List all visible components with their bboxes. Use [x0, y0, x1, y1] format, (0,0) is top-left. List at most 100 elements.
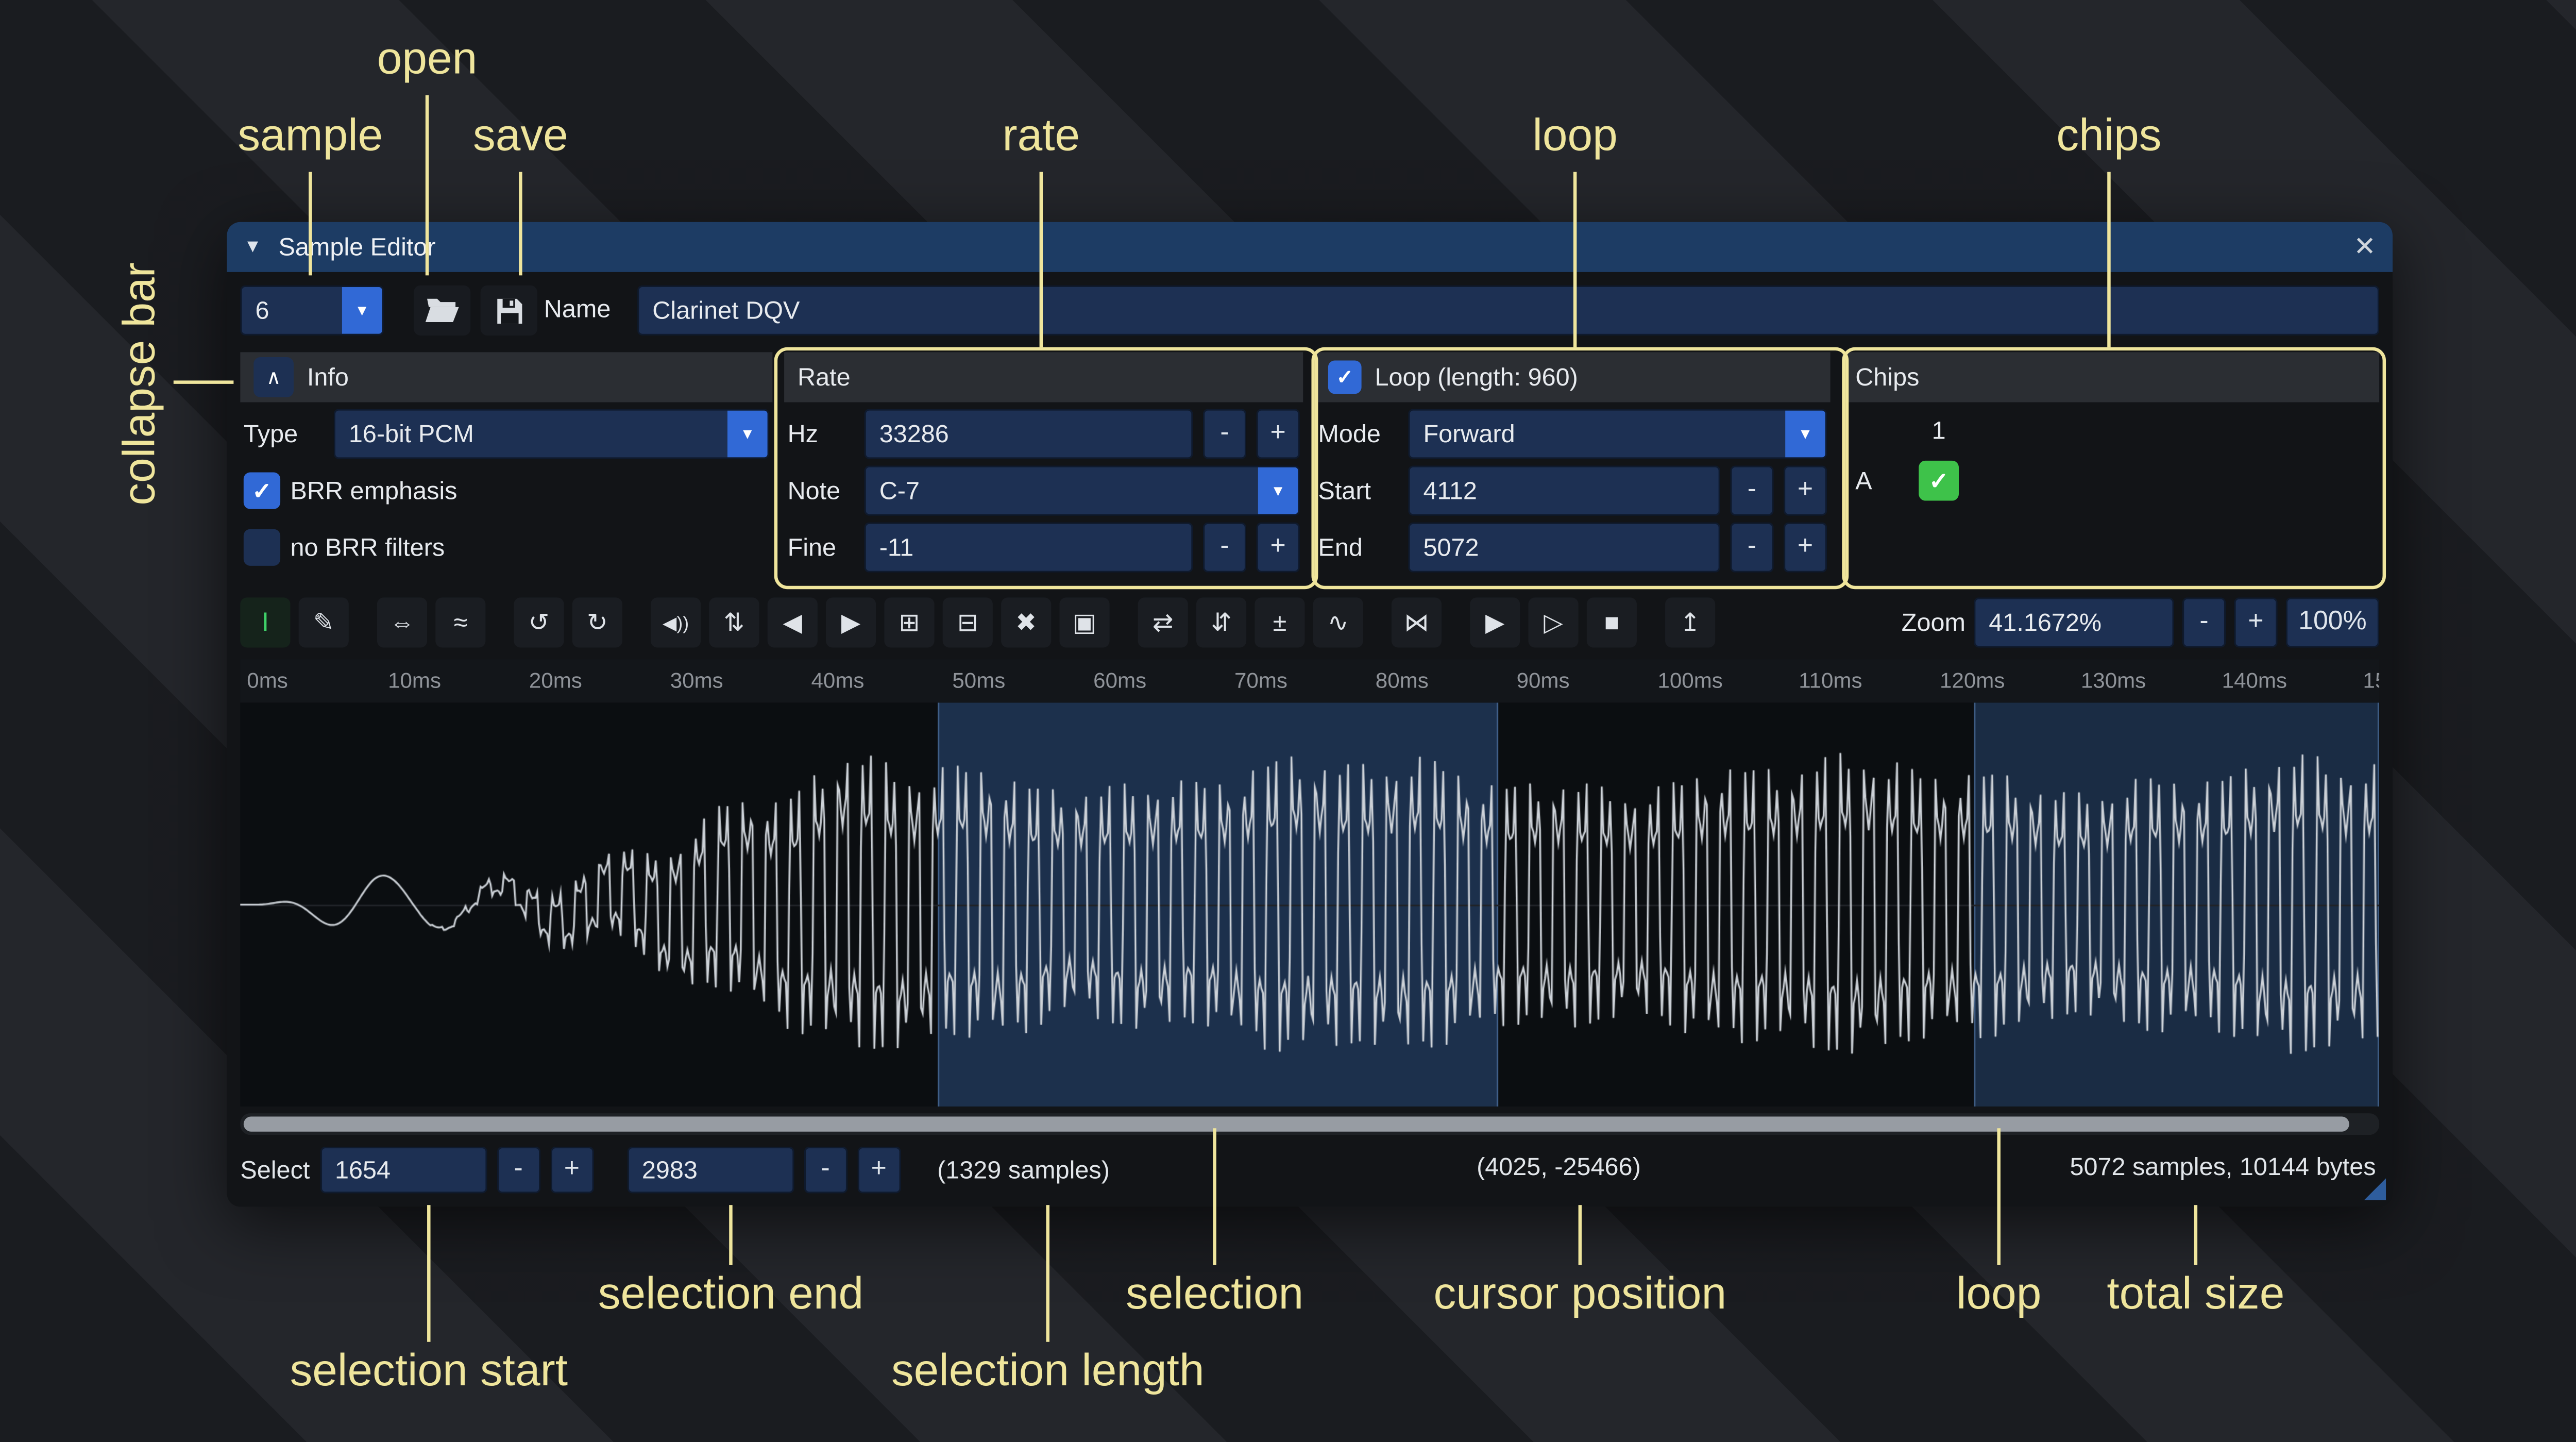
create-wavetable-button[interactable]: ↥	[1665, 597, 1715, 647]
crossfade-button[interactable]: ⋈	[1392, 597, 1442, 647]
fade-out-button[interactable]: ▶	[826, 597, 876, 647]
reverse-button[interactable]: ⇄	[1138, 597, 1188, 647]
delete-button[interactable]: ✖	[1001, 597, 1051, 647]
selection-end-decrease-button[interactable]: -	[804, 1147, 847, 1194]
file-row: 6 ▼ Name Clarinet DQV	[240, 286, 2379, 336]
sign-button[interactable]: ±	[1255, 597, 1304, 647]
filter-button[interactable]: ∿	[1313, 597, 1363, 647]
annotation-line-chips	[2107, 172, 2110, 347]
ruler-label: 30ms	[670, 667, 723, 693]
ruler-label: 110ms	[1799, 667, 1862, 693]
delete-icon: ✖	[1015, 608, 1037, 638]
fade-in-button[interactable]: ◀	[768, 597, 818, 647]
zoom-reset-button[interactable]: 100%	[2286, 597, 2379, 647]
window-collapse-button[interactable]: ▼	[244, 237, 262, 257]
total-size-text: 5072 samples, 10144 bytes	[2070, 1153, 2376, 1182]
selection-end-increase-button[interactable]: +	[857, 1147, 901, 1194]
edit-select-icon: Ⅰ	[262, 608, 269, 638]
zoom-in-button[interactable]: +	[2234, 597, 2277, 647]
select-label: Select	[240, 1156, 310, 1184]
annotation-collapse-bar-label: collapse bar	[114, 262, 166, 506]
ruler-label: 150ms	[2363, 667, 2380, 693]
scrollbar-handle[interactable]	[244, 1117, 2349, 1132]
screenshot-stage: sample open save rate loop chips collaps…	[0, 0, 2576, 1442]
amplify-button[interactable]: ◀))	[651, 597, 701, 647]
invert-icon: ⇵	[1211, 608, 1232, 638]
trim-button[interactable]: ▣	[1059, 597, 1109, 647]
edit-draw-button[interactable]: ✎	[299, 597, 349, 647]
type-row: Type 16-bit PCM ▼	[240, 406, 772, 462]
redo-button[interactable]: ↻	[572, 597, 622, 647]
zoom-controls: Zoom 41.1672% - + 100%	[1902, 597, 2379, 647]
selection-start-input[interactable]: 1654	[320, 1147, 487, 1194]
resize-button[interactable]: ⇔	[377, 597, 427, 647]
close-button[interactable]: ✕	[2353, 230, 2376, 264]
redo-icon: ↻	[587, 608, 608, 638]
info-panel-header: ∧ Info	[240, 352, 772, 402]
annotation-chips-label: chips	[2056, 110, 2161, 162]
name-input-value: Clarinet DQV	[639, 296, 800, 325]
preview-selection-button[interactable]: ▷	[1528, 597, 1578, 647]
waveform-display[interactable]	[240, 702, 2379, 1106]
no-brr-filters-checkbox[interactable]	[244, 529, 280, 566]
open-button[interactable]	[414, 286, 470, 336]
trim-icon: ▣	[1073, 608, 1096, 638]
zoom-out-button[interactable]: -	[2182, 597, 2226, 647]
sample-selector-value: 6	[242, 296, 342, 325]
annotation-selection-label: selection	[1126, 1268, 1303, 1320]
info-collapse-button[interactable]: ∧	[253, 357, 294, 397]
floppy-icon	[495, 296, 523, 325]
titlebar: ▼ Sample Editor ✕	[227, 222, 2393, 272]
annotation-line-save	[519, 172, 522, 276]
ruler-label: 10ms	[388, 667, 441, 693]
annotation-loop-bottom-label: loop	[1956, 1268, 2041, 1320]
zoom-input[interactable]: 41.1672%	[1974, 597, 2174, 647]
apply-silence-icon: ⊟	[957, 608, 978, 638]
ruler-label: 20ms	[529, 667, 582, 693]
undo-button[interactable]: ↺	[514, 597, 564, 647]
selection-end-input[interactable]: 2983	[627, 1147, 794, 1194]
annotation-rate-label: rate	[1002, 110, 1080, 162]
annotation-cursor-position-label: cursor position	[1434, 1268, 1727, 1320]
preview-button[interactable]: ▶	[1470, 597, 1520, 647]
crossfade-icon: ⋈	[1404, 608, 1429, 638]
create-wavetable-icon: ↥	[1680, 608, 1701, 638]
ruler-label: 80ms	[1376, 667, 1429, 693]
normalize-button[interactable]: ⇅	[709, 597, 759, 647]
type-selector[interactable]: 16-bit PCM ▼	[334, 409, 769, 459]
save-button[interactable]	[481, 286, 537, 336]
window-title: Sample Editor	[278, 233, 2336, 261]
name-label: Name	[544, 286, 611, 336]
resize-grip[interactable]	[2364, 1178, 2386, 1200]
brr-emphasis-checkbox[interactable]: ✓	[244, 472, 280, 509]
selection-end-value: 2983	[629, 1156, 698, 1184]
apply-silence-button[interactable]: ⊟	[943, 597, 993, 647]
timeline-ruler: 0ms10ms20ms30ms40ms50ms60ms70ms80ms90ms1…	[240, 659, 2379, 702]
selection-start-decrease-button[interactable]: -	[497, 1147, 540, 1194]
annotation-line-rate	[1040, 172, 1043, 347]
annotation-loop-label: loop	[1532, 110, 1617, 162]
toolbar-buttons: Ⅰ✎⇔≈↺↻◀))⇅◀▶⊞⊟✖▣⇄⇵±∿⋈▶▷■↥	[240, 597, 1715, 647]
annotation-selection-end-label: selection end	[598, 1268, 863, 1320]
annotation-line-cursor-position	[1579, 1205, 1582, 1265]
resample-button[interactable]: ≈	[435, 597, 485, 647]
name-input[interactable]: Clarinet DQV	[637, 286, 2379, 336]
annotation-line-loop-bottom	[1997, 1128, 2000, 1265]
stop-button[interactable]: ■	[1587, 597, 1637, 647]
annotation-sample-label: sample	[238, 110, 383, 162]
type-label: Type	[244, 420, 324, 448]
edit-select-button[interactable]: Ⅰ	[240, 597, 290, 647]
toolbar: Ⅰ✎⇔≈↺↻◀))⇅◀▶⊞⊟✖▣⇄⇵±∿⋈▶▷■↥ Zoom 41.1672% …	[240, 596, 2379, 649]
resize-icon: ⇔	[389, 608, 415, 636]
annotation-box-chips	[1842, 347, 2386, 590]
annotation-line-selection-length	[1046, 1205, 1049, 1342]
type-selector-value: 16-bit PCM	[335, 420, 727, 448]
annotation-save-label: save	[473, 110, 568, 162]
invert-button[interactable]: ⇵	[1196, 597, 1246, 647]
annotation-line-selection-start	[427, 1205, 430, 1342]
preview-icon: ▶	[1485, 608, 1504, 638]
insert-silence-button[interactable]: ⊞	[884, 597, 934, 647]
selection-start-increase-button[interactable]: +	[550, 1147, 594, 1194]
zoom-label: Zoom	[1902, 608, 1965, 636]
sample-selector[interactable]: 6 ▼	[240, 286, 384, 336]
